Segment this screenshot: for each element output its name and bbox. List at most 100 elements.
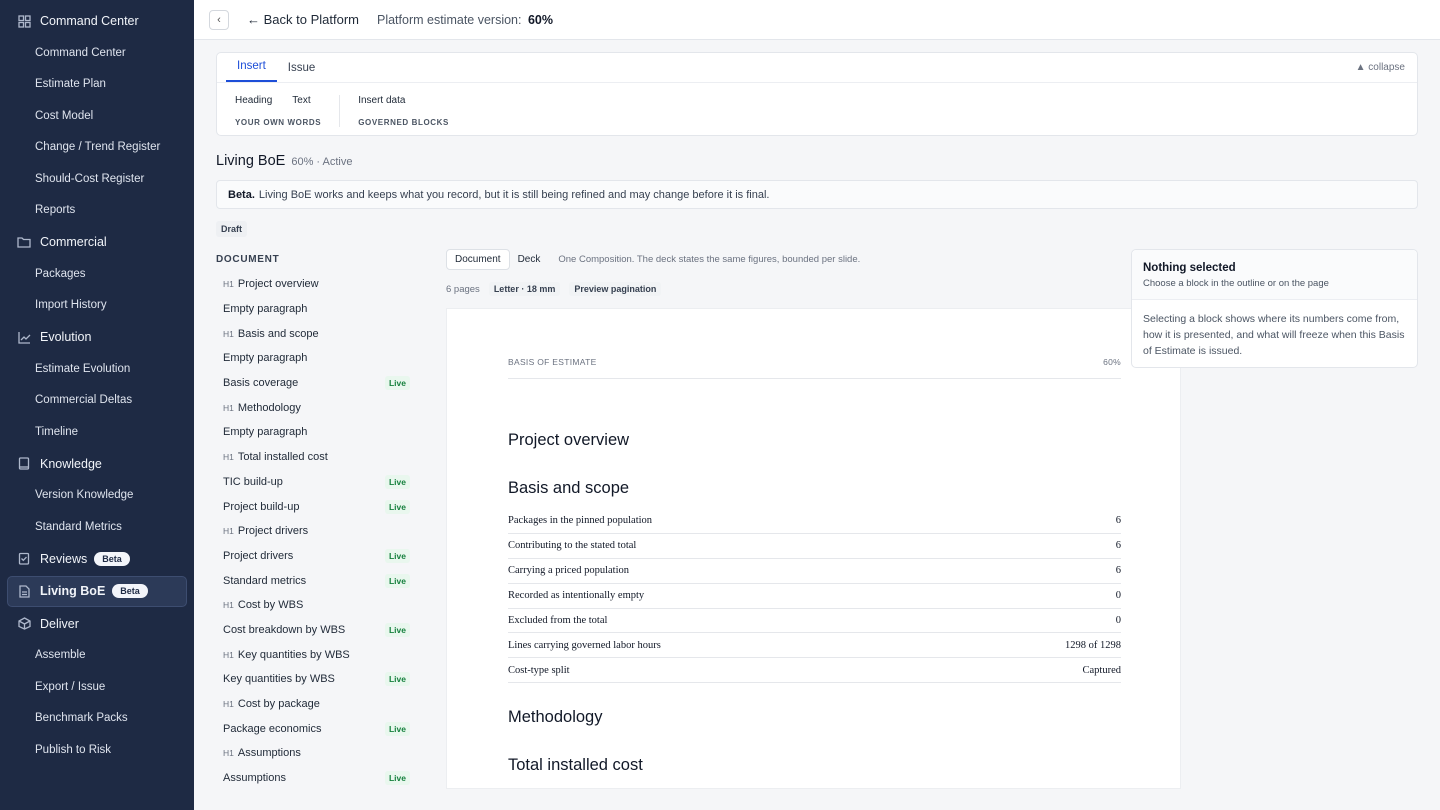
outline-item-label: Empty paragraph: [223, 303, 308, 316]
sidebar-group-command-center[interactable]: Command Center: [0, 5, 194, 37]
sidebar-item-cost-model[interactable]: Cost Model: [0, 100, 194, 132]
outline-item-package-economics[interactable]: Package economics Live: [216, 716, 430, 741]
outline-item-basis-coverage[interactable]: Basis coverage Live: [216, 371, 430, 396]
sidebar-item-estimate-plan[interactable]: Estimate Plan: [0, 69, 194, 101]
preview-pagination-button[interactable]: Preview pagination: [569, 282, 662, 296]
heading-total-installed-cost[interactable]: Total installed cost: [508, 756, 643, 775]
heading-level-marker: H1: [223, 649, 234, 660]
sidebar-item-export-issue[interactable]: Export / Issue: [0, 671, 194, 703]
page-format-button[interactable]: Letter · 18 mm: [488, 282, 561, 296]
sidebar-item-benchmark-packs[interactable]: Benchmark Packs: [0, 703, 194, 735]
sidebar-item-estimate-evolution[interactable]: Estimate Evolution: [0, 353, 194, 385]
pagination-row: 6 pages Letter · 18 mm Preview paginatio…: [446, 282, 662, 296]
outline-item-total-installed-cost[interactable]: H1 Total installed cost: [216, 445, 430, 470]
outline-item-cost-by-wbs[interactable]: H1 Cost by WBS: [216, 593, 430, 618]
outline-item-label: Cost breakdown by WBS: [223, 623, 346, 636]
sidebar-item-command-center[interactable]: Command Center: [0, 37, 194, 69]
tab-issue[interactable]: Issue: [277, 62, 327, 82]
sidebar-group-label: Reviews: [40, 551, 88, 566]
table-row: Contributing to the stated total 6: [508, 534, 1121, 559]
sidebar-group-evolution[interactable]: Evolution: [0, 321, 194, 353]
outline-item-key-quantities-by-wbs[interactable]: H1 Key quantities by WBS: [216, 642, 430, 667]
collapse-sidebar-button[interactable]: ‹: [209, 9, 229, 30]
mode-document-button[interactable]: Document: [446, 248, 510, 270]
outline-item-cost-breakdown-by-wbs[interactable]: Cost breakdown by WBS Live: [216, 618, 430, 643]
sidebar-item-packages[interactable]: Packages: [0, 258, 194, 290]
insert-heading-button[interactable]: Heading: [235, 95, 272, 109]
page-header-version: 60%: [1103, 357, 1121, 367]
outline-item-empty-paragraph[interactable]: Empty paragraph: [216, 297, 430, 322]
sidebar-item-import-history[interactable]: Import History: [0, 290, 194, 322]
back-to-platform-link[interactable]: ← Back to Platform: [247, 12, 359, 27]
table-cell-value: 1298 of 1298: [1065, 639, 1121, 651]
outline-item-label: Standard metrics: [223, 574, 307, 587]
outline-item-basis-and-scope[interactable]: H1 Basis and scope: [216, 321, 430, 346]
review-icon: [17, 552, 31, 566]
insert-panel-tabs: Insert Issue ▲ collapse: [217, 53, 1417, 83]
document-icon: [17, 584, 31, 598]
sidebar: Command Center Command Center Estimate Pla…: [0, 0, 194, 810]
sidebar-group-reviews[interactable]: Reviews Beta: [0, 543, 194, 575]
chart-line-icon: [17, 330, 31, 344]
sidebar-item-timeline[interactable]: Timeline: [0, 416, 194, 448]
sidebar-item-commercial-deltas[interactable]: Commercial Deltas: [0, 385, 194, 417]
outline-item-cost-by-package[interactable]: H1 Cost by package: [216, 692, 430, 717]
sidebar-group-commercial[interactable]: Commercial: [0, 226, 194, 258]
heading-project-overview[interactable]: Project overview: [508, 431, 629, 450]
outline-item-key-quantities-by-wbs[interactable]: Key quantities by WBS Live: [216, 667, 430, 692]
outline-item-project-drivers[interactable]: H1 Project drivers: [216, 519, 430, 544]
insert-panel: Insert Issue ▲ collapse Heading Text YOU…: [216, 52, 1418, 136]
live-badge: Live: [384, 376, 410, 391]
insert-data-button[interactable]: Insert data: [358, 95, 405, 109]
page-header: BASIS OF ESTIMATE 60%: [508, 357, 1121, 379]
outline-item-label: Key quantities by WBS: [223, 673, 335, 686]
heading-methodology[interactable]: Methodology: [508, 708, 602, 727]
sidebar-group-knowledge[interactable]: Knowledge: [0, 448, 194, 480]
boe-title: Living BoE: [216, 153, 286, 169]
heading-basis-and-scope[interactable]: Basis and scope: [508, 479, 629, 498]
outline-item-label: Package economics: [223, 722, 322, 735]
outline-item-label: Project drivers: [237, 525, 309, 538]
sidebar-item-standard-metrics[interactable]: Standard Metrics: [0, 511, 194, 543]
document-page: BASIS OF ESTIMATE 60% Project overview B…: [446, 308, 1181, 789]
outline-item-label: Key quantities by WBS: [237, 648, 350, 661]
mode-deck-button[interactable]: Deck: [510, 250, 549, 269]
sidebar-item-reports[interactable]: Reports: [0, 195, 194, 227]
outline-item-label: Methodology: [237, 401, 301, 414]
sidebar-item-change-trend-register[interactable]: Change / Trend Register: [0, 132, 194, 164]
sidebar-item-should-cost-register[interactable]: Should-Cost Register: [0, 163, 194, 195]
version-value: 60%: [527, 12, 553, 27]
outline-item-assumptions[interactable]: H1 Assumptions: [216, 741, 430, 766]
outline-item-empty-paragraph[interactable]: Empty paragraph: [216, 346, 430, 371]
outline-item-tic-build-up[interactable]: TIC build-up Live: [216, 470, 430, 495]
outline-item-standard-metrics[interactable]: Standard metrics Live: [216, 568, 430, 593]
governed-blocks-caption: GOVERNED BLOCKS: [358, 118, 449, 127]
outline-item-label: Assumptions: [237, 747, 301, 760]
insert-text-button[interactable]: Text: [292, 95, 310, 109]
outline-item-project-build-up[interactable]: Project build-up Live: [216, 494, 430, 519]
collapse-button[interactable]: ▲ collapse: [1356, 62, 1405, 73]
sidebar-group-deliver[interactable]: Deliver: [0, 608, 194, 640]
basis-coverage-table[interactable]: Packages in the pinned population 6 Cont…: [508, 509, 1121, 684]
sidebar-item-publish-to-risk[interactable]: Publish to Risk: [0, 734, 194, 766]
outline-item-empty-paragraph[interactable]: Empty paragraph: [216, 420, 430, 445]
outline-item-project-drivers[interactable]: Project drivers Live: [216, 544, 430, 569]
outline-item-methodology[interactable]: H1 Methodology: [216, 395, 430, 420]
outline-item-assumptions[interactable]: Assumptions Live: [216, 766, 430, 791]
outline-item-project-overview[interactable]: H1 Project overview: [216, 272, 430, 297]
sidebar-item-assemble[interactable]: Assemble: [0, 640, 194, 672]
sidebar-item-version-knowledge[interactable]: Version Knowledge: [0, 480, 194, 512]
sidebar-item-living-boe[interactable]: Living BoE Beta: [7, 575, 187, 607]
outline-item-label: Project overview: [237, 278, 319, 291]
mode-note: One Composition. The deck states the sam…: [558, 253, 861, 265]
sidebar-group-label: Evolution: [40, 330, 92, 344]
table-row: Carrying a priced population 6: [508, 559, 1121, 584]
page-count: 6 pages: [446, 283, 480, 295]
sidebar-group-label: Living BoE: [40, 584, 106, 598]
table-cell-label: Lines carrying governed labor hours: [508, 639, 661, 651]
outline-item-label: TIC build-up: [223, 475, 283, 488]
table-cell-value: 0: [1115, 590, 1121, 602]
tab-insert[interactable]: Insert: [226, 60, 277, 82]
outline-item-label: Basis coverage: [223, 377, 299, 390]
page-header-title: BASIS OF ESTIMATE: [508, 357, 597, 367]
